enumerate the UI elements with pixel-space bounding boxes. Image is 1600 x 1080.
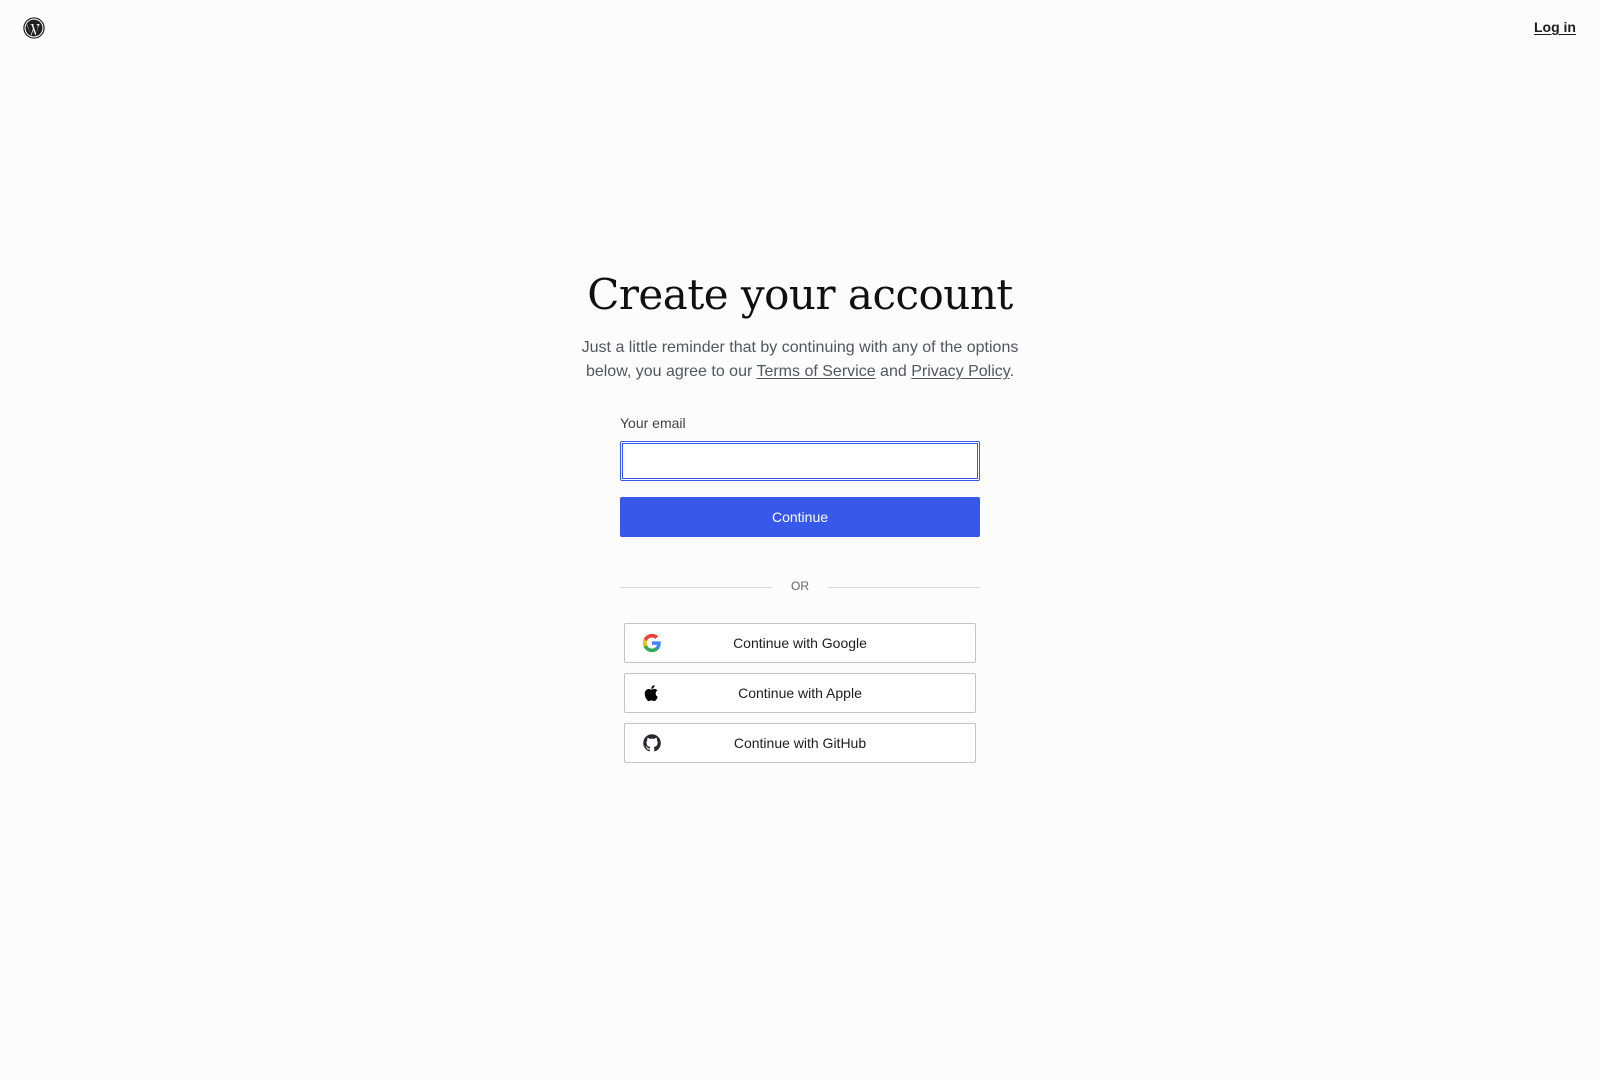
github-button-label: Continue with GitHub	[733, 735, 867, 751]
email-field[interactable]	[620, 441, 980, 481]
terms-reminder-end: .	[1009, 363, 1015, 380]
continue-with-github-button[interactable]: Continue with GitHub	[624, 723, 976, 763]
continue-button[interactable]: Continue	[620, 497, 980, 537]
or-divider: OR	[620, 577, 980, 597]
privacy-policy-link[interactable]: Privacy Policy	[911, 363, 1009, 380]
apple-icon	[644, 685, 658, 702]
divider-line-right	[828, 587, 980, 588]
apple-button-label: Continue with Apple	[738, 685, 862, 701]
github-icon	[643, 734, 661, 752]
email-signup-form: Your email Continue	[620, 414, 980, 537]
page-title: Create your account	[587, 270, 1013, 319]
divider-label: OR	[791, 579, 809, 593]
terms-reminder: Just a little reminder that by continuin…	[560, 336, 1040, 384]
google-button-label: Continue with Google	[733, 635, 867, 651]
continue-with-google-button[interactable]: Continue with Google	[624, 623, 976, 663]
top-bar: Log in	[0, 0, 1600, 56]
wordpress-logo-icon[interactable]	[23, 17, 45, 39]
terms-reminder-and: and	[875, 363, 912, 380]
login-link[interactable]: Log in	[1534, 19, 1576, 35]
email-field-label: Your email	[620, 415, 686, 431]
social-login-group: Continue with Google Continue with Apple…	[624, 623, 976, 773]
continue-with-apple-button[interactable]: Continue with Apple	[624, 673, 976, 713]
google-icon	[642, 633, 661, 653]
terms-of-service-link[interactable]: Terms of Service	[756, 363, 875, 380]
